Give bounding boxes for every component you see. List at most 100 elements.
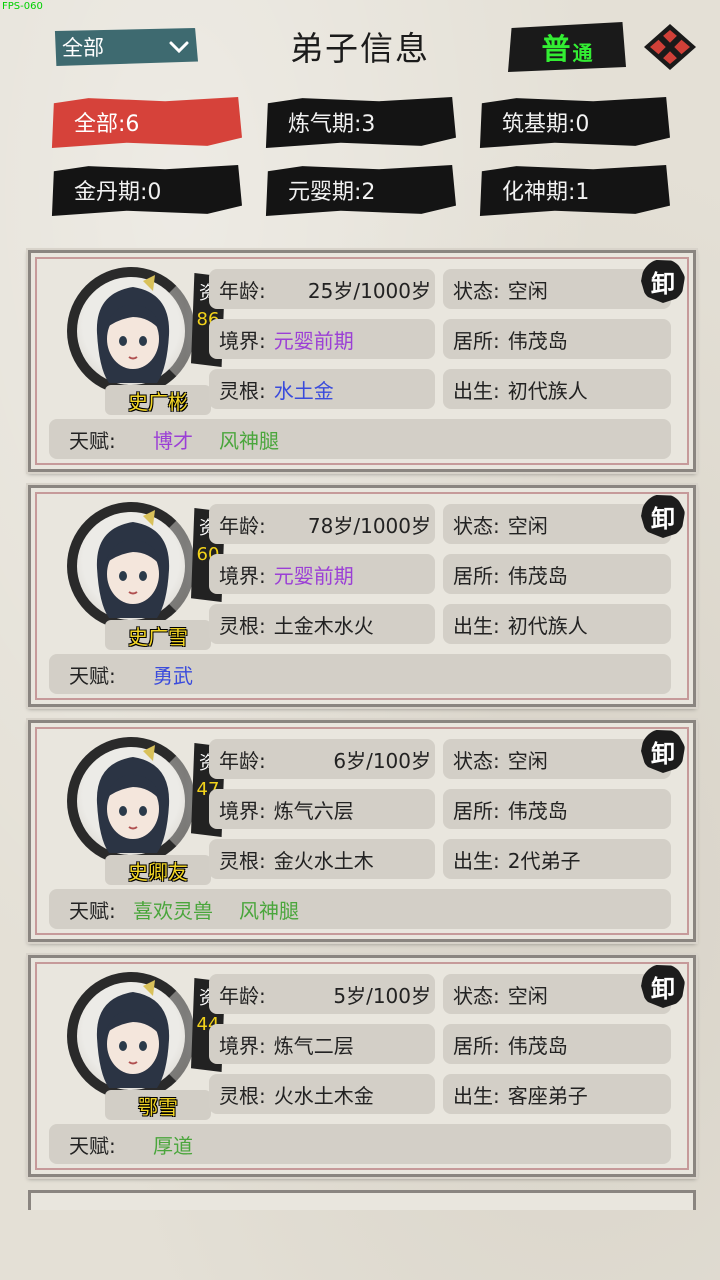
tab-qi-refining[interactable]: 炼气期:3 [265, 97, 456, 148]
residence-field: 居所: 伟茂岛 [443, 789, 671, 829]
spirit-root-field: 灵根: 土金木水火 [209, 604, 435, 644]
age-value: 6岁/100岁 [333, 748, 431, 773]
residence-value: 伟茂岛 [507, 1033, 568, 1058]
state-label: 状态: [453, 278, 500, 303]
character-portrait-icon [96, 745, 170, 853]
character-portrait-icon [96, 980, 170, 1088]
state-field: 状态: 空闲 [443, 504, 671, 544]
residence-field: 居所: 伟茂岛 [443, 554, 671, 594]
realm-value: 炼气二层 [273, 1033, 354, 1058]
tab-label: 炼气期:3 [288, 112, 376, 137]
tab-deity-transform[interactable]: 化神期:1 [479, 165, 670, 216]
age-label: 年龄: [219, 513, 266, 538]
close-button[interactable] [642, 22, 698, 72]
disciple-name: 史广彬 [105, 385, 211, 415]
realm-label: 境界: [219, 1033, 266, 1058]
age-field: 年龄: 6岁/100岁 [209, 739, 435, 779]
residence-value: 伟茂岛 [507, 563, 568, 588]
tab-label: 元婴期:2 [288, 180, 376, 205]
realm-value: 元婴前期 [273, 328, 354, 353]
talent-tag: 博才 [153, 428, 193, 453]
birth-value: 初代族人 [507, 613, 588, 638]
residence-label: 居所: [453, 328, 500, 353]
disciple-name: 史广雪 [105, 620, 211, 650]
realm-label: 境界: [219, 328, 266, 353]
spirit-root-value: 水土金 [273, 378, 334, 403]
talent-tag: 喜欢灵兽 [133, 898, 213, 923]
unload-button[interactable]: 卸 [641, 729, 685, 773]
age-label: 年龄: [219, 748, 266, 773]
talent-tag: 勇武 [153, 663, 193, 688]
talent-label: 天赋: [69, 1133, 116, 1158]
spirit-root-field: 灵根: 火水土木金 [209, 1074, 435, 1114]
birth-field: 出生: 客座弟子 [443, 1074, 671, 1114]
character-portrait-icon [96, 275, 170, 383]
avatar[interactable]: 资 44 鄂雪 [53, 966, 225, 1120]
disciple-name: 鄂雪 [105, 1090, 211, 1120]
realm-field: 境界: 元婴前期 [209, 554, 435, 594]
avatar[interactable]: 资 60 史广雪 [53, 496, 225, 650]
birth-label: 出生: [453, 1083, 500, 1108]
disciple-card-4[interactable]: 资 44 鄂雪 年龄: 5岁/100岁 境界: 炼气二层 灵根: 火水土木金 状… [28, 955, 696, 1177]
age-value: 25岁/1000岁 [307, 278, 431, 303]
talent-row: 天赋: 博才 风神腿 [49, 419, 671, 459]
tab-label: 筑基期:0 [502, 112, 590, 137]
avatar[interactable]: 资 86 史广彬 [53, 261, 225, 415]
avatar[interactable]: 资 47 史卿友 [53, 731, 225, 885]
tab-nascent-soul[interactable]: 元婴期:2 [265, 165, 456, 216]
spirit-root-value: 火水土木金 [273, 1083, 374, 1108]
talent-tag: 风神腿 [219, 428, 279, 453]
realm-field: 境界: 炼气六层 [209, 789, 435, 829]
realm-label: 境界: [219, 563, 266, 588]
talent-row: 天赋: 厚道 [49, 1124, 671, 1164]
realm-field: 境界: 元婴前期 [209, 319, 435, 359]
realm-value: 元婴前期 [273, 563, 354, 588]
age-field: 年龄: 78岁/1000岁 [209, 504, 435, 544]
realm-label: 境界: [219, 798, 266, 823]
state-value: 空闲 [507, 278, 548, 303]
disciple-card-2[interactable]: 资 60 史广雪 年龄: 78岁/1000岁 境界: 元婴前期 灵根: 土金木水… [28, 485, 696, 707]
spirit-root-field: 灵根: 水土金 [209, 369, 435, 409]
unload-button[interactable]: 卸 [641, 494, 685, 538]
disciple-card-3[interactable]: 资 47 史卿友 年龄: 6岁/100岁 境界: 炼气六层 灵根: 金火水土木 … [28, 720, 696, 942]
state-field: 状态: 空闲 [443, 739, 671, 779]
age-value: 5岁/100岁 [333, 983, 431, 1008]
tab-foundation[interactable]: 筑基期:0 [479, 97, 670, 148]
birth-value: 2代弟子 [507, 848, 581, 873]
age-label: 年龄: [219, 278, 266, 303]
disciple-card-1[interactable]: 资 86 史广彬 年龄: 25岁/1000岁 境界: 元婴前期 灵根: 水土金 … [28, 250, 696, 472]
state-value: 空闲 [507, 513, 548, 538]
birth-value: 客座弟子 [507, 1083, 588, 1108]
age-value: 78岁/1000岁 [307, 513, 431, 538]
residence-label: 居所: [453, 1033, 500, 1058]
talent-label: 天赋: [69, 898, 116, 923]
talent-label: 天赋: [69, 428, 116, 453]
residence-field: 居所: 伟茂岛 [443, 1024, 671, 1064]
tab-label: 金丹期:0 [74, 180, 162, 205]
unload-button[interactable]: 卸 [641, 964, 685, 1008]
realm-value: 炼气六层 [273, 798, 354, 823]
state-value: 空闲 [507, 748, 548, 773]
residence-label: 居所: [453, 798, 500, 823]
disciple-name: 史卿友 [105, 855, 211, 885]
fps-counter: FPS-060 [2, 1, 43, 12]
state-label: 状态: [453, 513, 500, 538]
state-label: 状态: [453, 983, 500, 1008]
talent-label: 天赋: [69, 663, 116, 688]
unload-button[interactable]: 卸 [641, 259, 685, 303]
spirit-root-value: 金火水土木 [273, 848, 374, 873]
birth-label: 出生: [453, 378, 500, 403]
difficulty-mode-button[interactable]: 普 通 [508, 22, 626, 72]
residence-value: 伟茂岛 [507, 798, 568, 823]
tab-label: 化神期:1 [502, 180, 590, 205]
tab-golden-core[interactable]: 金丹期:0 [51, 165, 242, 216]
spirit-root-label: 灵根: [219, 613, 266, 638]
birth-value: 初代族人 [507, 378, 588, 403]
disciple-card-partial [28, 1190, 696, 1210]
birth-field: 出生: 2代弟子 [443, 839, 671, 879]
age-label: 年龄: [219, 983, 266, 1008]
spirit-root-field: 灵根: 金火水土木 [209, 839, 435, 879]
spirit-root-label: 灵根: [219, 378, 266, 403]
tab-all[interactable]: 全部:6 [51, 97, 242, 148]
state-label: 状态: [453, 748, 500, 773]
